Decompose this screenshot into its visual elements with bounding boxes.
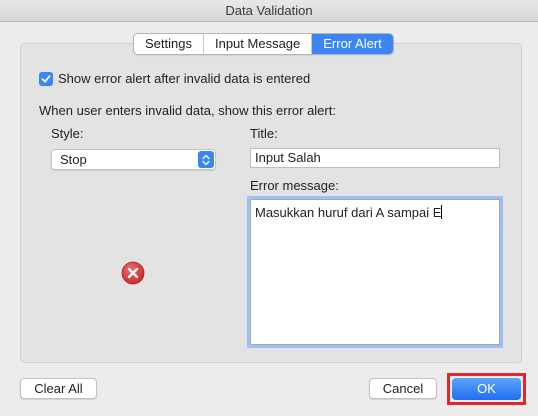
window-title: Data Validation (0, 0, 538, 22)
show-alert-label: Show error alert after invalid data is e… (58, 71, 311, 86)
error-message-textarea[interactable]: Masukkan huruf dari A sampai E (250, 199, 500, 345)
checkmark-icon (41, 74, 51, 82)
instruction-text: When user enters invalid data, show this… (39, 103, 336, 118)
style-select[interactable]: Stop (51, 149, 216, 170)
show-alert-checkbox[interactable] (39, 71, 53, 86)
tab-settings[interactable]: Settings (134, 34, 204, 54)
tab-bar: Settings Input Message Error Alert (133, 33, 394, 55)
title-input[interactable]: Input Salah (250, 148, 500, 168)
tab-error-alert[interactable]: Error Alert (312, 34, 393, 54)
title-label: Title: (250, 126, 278, 141)
style-select-value: Stop (60, 152, 87, 167)
tab-input-message[interactable]: Input Message (204, 34, 313, 54)
ok-button[interactable]: OK (452, 378, 521, 400)
updown-chevron-icon (198, 151, 214, 168)
stop-error-icon (121, 261, 145, 285)
text-caret (441, 205, 443, 219)
clear-all-button[interactable]: Clear All (20, 378, 97, 399)
style-label: Style: (51, 126, 84, 141)
cancel-button[interactable]: Cancel (369, 378, 437, 399)
show-alert-row: Show error alert after invalid data is e… (39, 71, 310, 86)
error-message-text: Masukkan huruf dari A sampai E (255, 205, 442, 220)
error-message-label: Error message: (250, 178, 339, 193)
